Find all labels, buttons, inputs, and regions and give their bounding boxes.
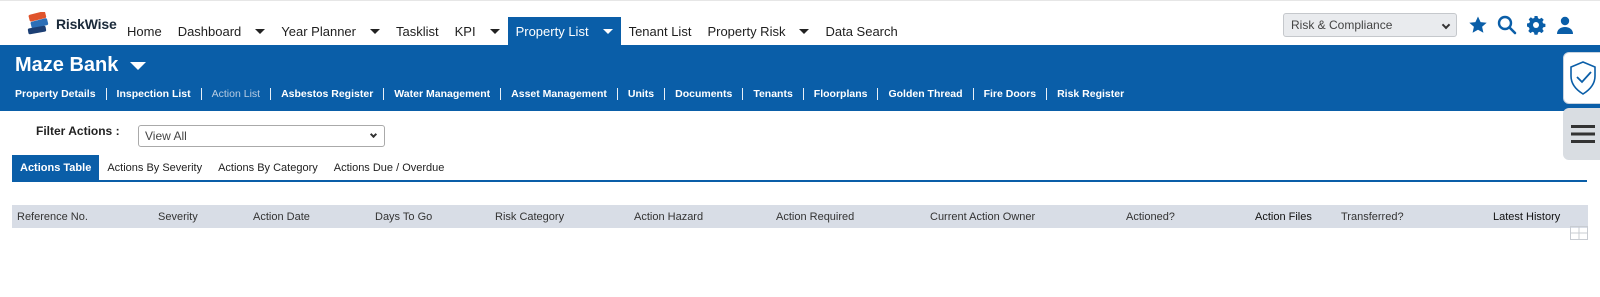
subnav-action-list[interactable]: Action List [212,88,260,100]
filter-actions-select[interactable]: View All [138,125,385,147]
divider [742,88,744,100]
property-title-dropdown[interactable]: Maze Bank [15,54,147,77]
subnav-asset-management[interactable]: Asset Management [511,88,607,100]
column-header-latest-history: Latest History [1493,211,1561,223]
compliance-shield-tab[interactable] [1563,52,1600,104]
tab-actions-by-severity[interactable]: Actions By Severity [99,155,210,180]
filter-actions-label: Filter Actions : [36,124,120,138]
divider [1046,88,1048,100]
divider [105,88,107,100]
column-header-actioned[interactable]: Actioned? [1126,211,1175,223]
subnav-units[interactable]: Units [628,88,654,100]
nav-tasklist-label: Tasklist [395,24,439,39]
tab-actions-due-overdue[interactable]: Actions Due / Overdue [326,155,453,180]
nav-property-risk-label: Property Risk [707,24,786,39]
side-menu-tab[interactable] [1563,108,1600,160]
divider [802,88,804,100]
column-chooser-icon[interactable] [1570,226,1588,245]
top-icon-group [1468,15,1575,35]
tab-label: Actions By Category [218,161,318,174]
column-header-days-to-go[interactable]: Days To Go [375,211,432,223]
subnav-golden-thread[interactable]: Golden Thread [888,88,962,100]
filter-actions-value: View All [145,129,187,143]
tab-actions-by-category[interactable]: Actions By Category [210,155,326,180]
subnav-inspection-list[interactable]: Inspection List [117,88,191,100]
subnav-asbestos-register[interactable]: Asbestos Register [281,88,373,100]
module-select[interactable]: Risk & Compliance [1283,13,1457,37]
tab-label: Actions Table [20,161,92,174]
actions-table-header: Reference No. Severity Action Date Days … [12,205,1588,228]
subnav-risk-register[interactable]: Risk Register [1057,88,1124,100]
property-subnav: Property Details Inspection List Action … [15,88,1124,100]
subnav-tenants[interactable]: Tenants [753,88,792,100]
column-header-risk-category[interactable]: Risk Category [495,211,564,223]
column-header-action-required[interactable]: Action Required [776,211,854,223]
column-header-action-files: Action Files [1255,211,1312,223]
nav-year-planner-label: Year Planner [281,24,356,39]
riskwise-logo[interactable]: RiskWise [26,12,117,36]
nav-dashboard[interactable]: Dashboard [170,17,274,46]
column-header-transferred[interactable]: Transferred? [1341,211,1404,223]
nav-dashboard-label: Dashboard [177,24,242,39]
module-select-value: Risk & Compliance [1291,18,1393,32]
subnav-floorplans[interactable]: Floorplans [814,88,868,100]
main-nav: Home Dashboard Year Planner Tasklist KPI… [119,17,906,46]
caret-down-icon [130,61,147,70]
top-navbar: RiskWise Home Dashboard Year Planner Tas… [0,0,1600,46]
subnav-water-management[interactable]: Water Management [394,88,490,100]
nav-tenant-list[interactable]: Tenant List [621,17,700,46]
nav-tasklist[interactable]: Tasklist [388,17,447,46]
nav-kpi-label: KPI [454,24,476,39]
caret-down-icon [369,29,380,34]
user-icon[interactable] [1555,15,1575,35]
nav-home[interactable]: Home [119,17,170,46]
column-header-action-hazard[interactable]: Action Hazard [634,211,703,223]
divider [500,88,502,100]
gear-icon[interactable] [1526,15,1546,35]
nav-kpi[interactable]: KPI [447,17,508,46]
divider [664,88,666,100]
actions-tabs: Actions Table Actions By Severity Action… [12,155,1587,182]
caret-down-icon [799,29,810,34]
divider [270,88,272,100]
chevron-down-icon [1441,20,1451,30]
subnav-property-details[interactable]: Property Details [15,88,96,100]
search-icon[interactable] [1497,15,1517,35]
logo-text: RiskWise [56,16,117,32]
divider [972,88,974,100]
caret-down-icon [602,29,613,34]
divider [616,88,618,100]
property-title: Maze Bank [15,54,119,76]
tab-label: Actions Due / Overdue [333,161,445,174]
column-header-action-date[interactable]: Action Date [253,211,310,223]
subnav-documents[interactable]: Documents [675,88,732,100]
chevron-down-icon [369,130,378,139]
nav-tenant-list-label: Tenant List [628,24,692,39]
nav-year-planner[interactable]: Year Planner [273,17,388,46]
nav-home-label: Home [127,24,162,39]
column-header-reference-no[interactable]: Reference No. [17,211,88,223]
riskwise-logo-icon [27,12,49,35]
divider [383,88,385,100]
nav-property-list[interactable]: Property List [507,17,621,46]
nav-property-list-label: Property List [515,24,589,39]
column-header-severity[interactable]: Severity [158,211,198,223]
shield-check-icon [1570,61,1596,95]
hamburger-menu-icon [1571,125,1595,143]
nav-property-risk[interactable]: Property Risk [699,17,817,46]
divider [877,88,879,100]
nav-data-search[interactable]: Data Search [817,17,905,46]
caret-down-icon [255,29,266,34]
nav-data-search-label: Data Search [825,24,898,39]
tab-actions-table[interactable]: Actions Table [12,155,100,180]
star-icon[interactable] [1468,15,1488,35]
property-header: Maze Bank Property Details Inspection Li… [0,45,1600,111]
divider [200,88,202,100]
tab-label: Actions By Severity [107,161,203,174]
column-header-current-action-owner[interactable]: Current Action Owner [930,211,1035,223]
subnav-fire-doors[interactable]: Fire Doors [984,88,1037,100]
caret-down-icon [489,29,500,34]
